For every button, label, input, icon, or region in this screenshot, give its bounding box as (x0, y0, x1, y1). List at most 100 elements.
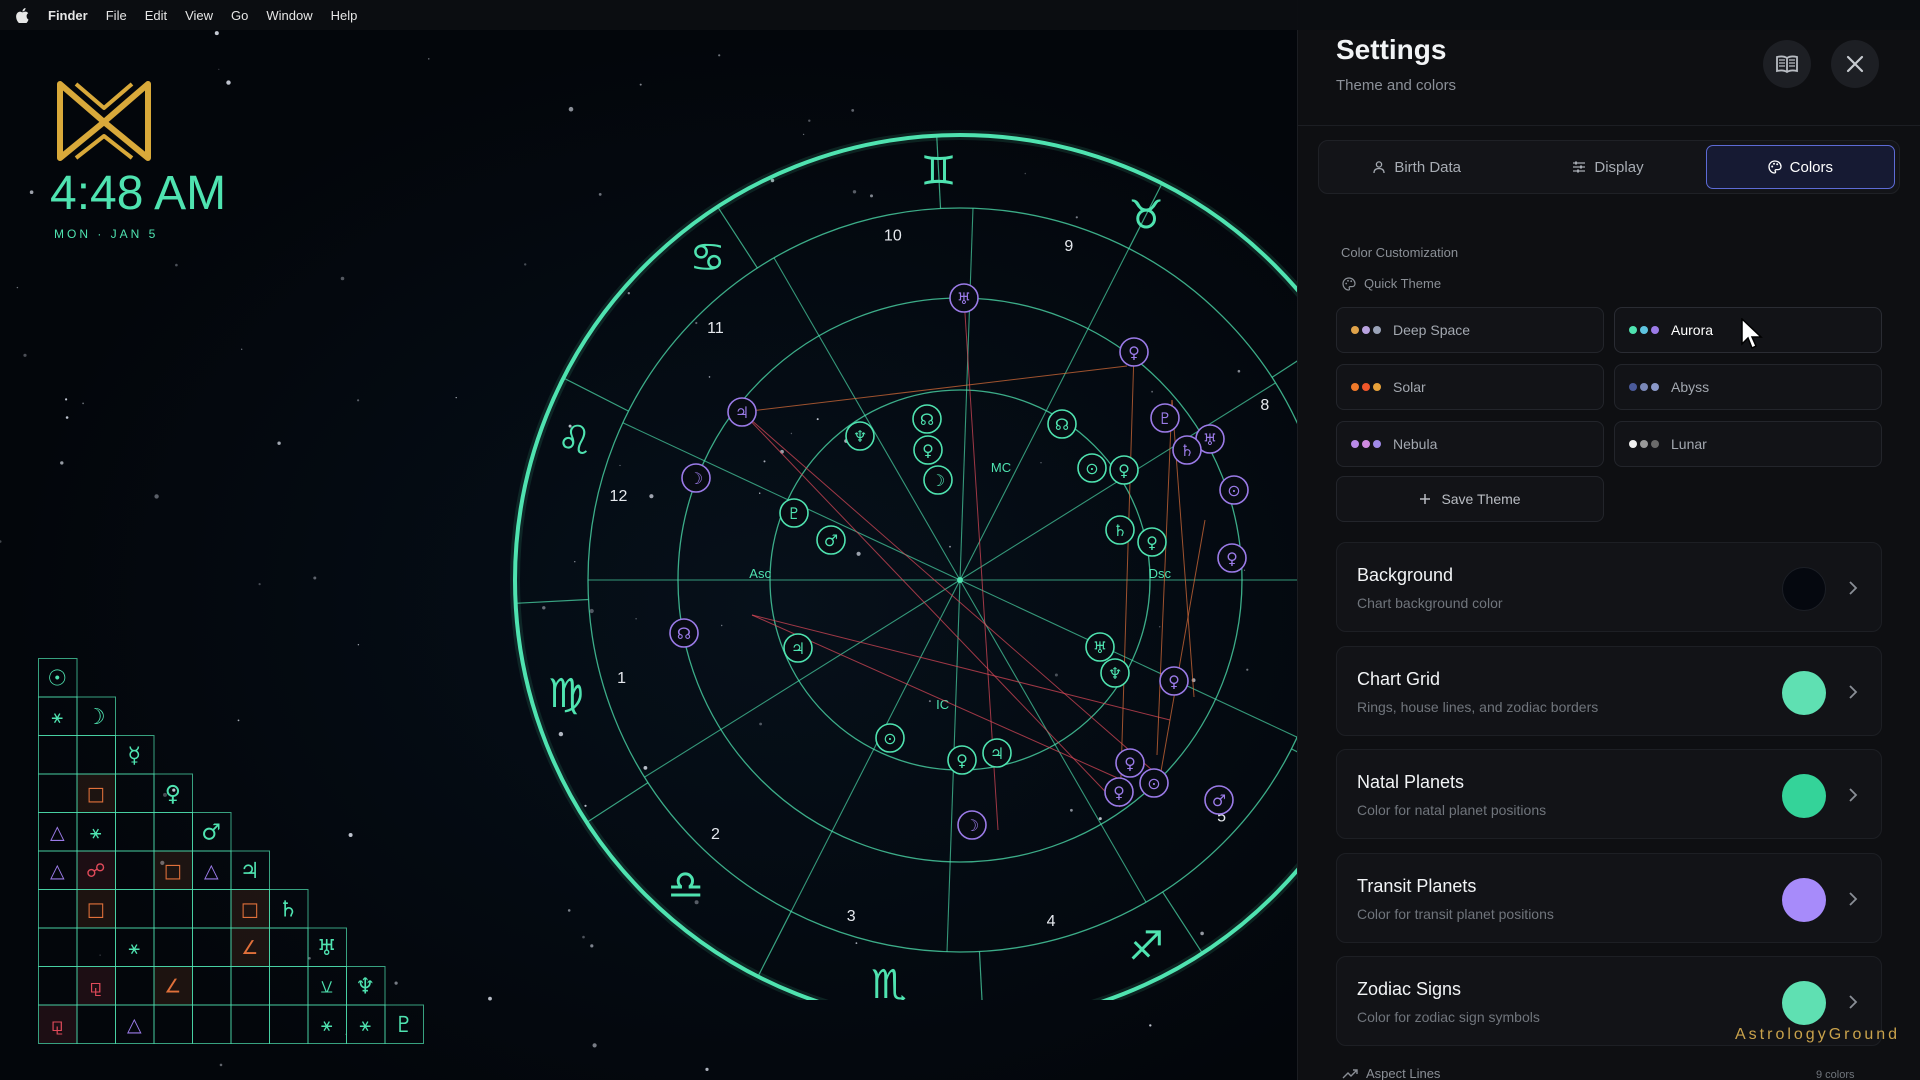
tab-colors[interactable]: Colors (1705, 145, 1895, 189)
angle-label: MC (991, 460, 1011, 475)
aspect-grid: ☉ ⚹ ☽ ☿ □ ♀ △ ⚹ ♂ △ ☍ □ △ ♃ □ □ ♄ ⚹ ∠ ♅ ⚼ ∠ ⚺ ♆ ⚼ △ ⚹ ⚹ ♇ (38, 658, 424, 1044)
aspect-grid-cell (76, 927, 116, 967)
planet-glyph: ♃ (990, 744, 1004, 763)
aspect-grid-cell (153, 1004, 193, 1044)
natal-chart-wheel: ♉♊♋♌♍♎♏♐♑♈12345689101112AscDscMCIC♅♀♇♅♄⊙… (510, 130, 1297, 1000)
planet-glyph: ♅ (1093, 638, 1107, 657)
chevron-right-icon (1849, 684, 1858, 699)
aspect-glyph: □ (241, 898, 259, 920)
aspect-glyph: ⚼ (89, 975, 102, 997)
panel-subtitle: Theme and colors (1336, 77, 1457, 94)
house-number: 8 (1260, 397, 1269, 414)
zodiac-sign-glyph: ♎ (668, 863, 704, 909)
aspect-grid-cell (230, 1004, 270, 1044)
theme-button-solar[interactable]: Solar (1336, 364, 1604, 410)
menu-edit[interactable]: Edit (145, 8, 167, 23)
planet-glyph: ⊙ (1085, 459, 1098, 478)
close-button[interactable] (1831, 40, 1879, 88)
star (0, 540, 2, 543)
zodiac-sign-glyph: ♏ (871, 962, 907, 1000)
menu-app-finder[interactable]: Finder (48, 8, 88, 23)
chevron-right-icon (1849, 581, 1858, 595)
guide-button[interactable] (1763, 40, 1811, 88)
settings-panel: Settings Theme and colors Birth Data Dis… (1297, 0, 1920, 1080)
aspect-grid-cell (115, 966, 155, 1006)
planet-glyph: ☊ (677, 624, 691, 643)
save-theme-button[interactable]: Save Theme (1336, 476, 1604, 522)
theme-button-nebula[interactable]: Nebula (1336, 421, 1604, 467)
color-swatch[interactable] (1782, 567, 1826, 611)
house-number: 1 (617, 670, 626, 687)
house-number: 4 (1047, 913, 1056, 930)
aspect-grid-cell (38, 773, 78, 813)
color-swatch[interactable] (1782, 981, 1826, 1025)
aspect-grid-cell (38, 889, 78, 929)
planet-glyph: ♃ (735, 403, 749, 422)
theme-color-dots (1629, 440, 1659, 448)
aspect-lines-count[interactable]: 9 colors (1816, 1069, 1855, 1080)
tab-label: Display (1594, 158, 1644, 176)
menu-help[interactable]: Help (331, 8, 358, 23)
color-swatch[interactable] (1782, 877, 1826, 922)
zodiac-divider (1271, 360, 1297, 378)
zodiac-sign-glyph: ♌ (557, 418, 593, 464)
color-setting-background[interactable]: Background Chart background color (1336, 542, 1882, 632)
star (65, 398, 68, 401)
zodiac-divider (586, 782, 649, 823)
theme-label: Deep Space (1393, 322, 1471, 338)
house-number: 10 (884, 227, 902, 244)
planet-glyph: ♇ (787, 504, 801, 523)
star (16, 286, 19, 289)
desktop: 4:48 AM MON · JAN 5 ☉ ⚹ ☽ ☿ □ ♀ △ ⚹ ♂ △ ☍ □ △ ♃ □ □ ♄ ⚹ ∠ ♅… (0, 30, 1297, 1080)
menu-view[interactable]: View (185, 8, 213, 23)
menu-window[interactable]: Window (266, 8, 312, 23)
aspect-glyph: △ (204, 860, 219, 882)
aspect-grid-cell (192, 927, 232, 967)
color-setting-chart-grid[interactable]: Chart Grid Rings, house lines, and zodiac… (1336, 645, 1882, 736)
color-swatch[interactable] (1782, 670, 1826, 715)
planet-glyph: ♀ (1146, 533, 1158, 552)
color-setting-transit-planets[interactable]: Transit Planets Color for transit planet … (1336, 852, 1882, 943)
color-setting-natal-planets[interactable]: Natal Planets Color for natal planet posi… (1336, 749, 1882, 839)
theme-label: Aurora (1671, 322, 1714, 338)
theme-color-dots (1351, 383, 1381, 391)
aspect-grid-cell (192, 966, 232, 1006)
angle-label: Asc (749, 566, 771, 581)
aspect-glyph: ⚹ (129, 937, 141, 959)
chart-outer-ring (513, 133, 1297, 1000)
tab-birth-data[interactable]: Birth Data (1323, 145, 1510, 189)
chart-outer-glow (510, 130, 1297, 1000)
zodiac-sign-glyph: ♍ (548, 671, 584, 717)
color-swatch[interactable] (1782, 774, 1826, 818)
theme-button-lunar[interactable]: Lunar (1614, 421, 1882, 467)
house-number: 11 (707, 320, 724, 337)
aspect-glyph: ⚹ (90, 821, 102, 843)
star (258, 583, 261, 586)
aspect-grid-cell (115, 850, 155, 890)
tab-label: Colors (1789, 158, 1833, 176)
aspect-grid-cell (153, 889, 193, 929)
apple-menu-icon[interactable] (16, 7, 30, 23)
tab-display[interactable]: Display (1514, 145, 1701, 189)
aspect-glyph: □ (87, 783, 105, 805)
star (218, 68, 220, 70)
aspect-grid-cell (76, 1004, 116, 1044)
planet-glyph: ♀ (1168, 672, 1180, 691)
theme-button-abyss[interactable]: Abyss (1614, 364, 1882, 410)
planet-glyph: ☊ (1055, 415, 1069, 434)
planet-glyph: ♀ (1226, 549, 1238, 568)
book-icon (1776, 55, 1798, 74)
menu-go[interactable]: Go (231, 8, 248, 23)
aspect-glyph: △ (127, 1014, 142, 1036)
aspect-lines-label: Aspect Lines (1342, 1066, 1440, 1080)
theme-color-dots (1629, 383, 1659, 391)
palette-icon (1342, 276, 1356, 291)
chevron-right-icon (1849, 891, 1858, 906)
aspect-grid-planet-glyph: ☉ (47, 666, 67, 691)
aspect-line (741, 365, 1128, 413)
theme-button-deep-space[interactable]: Deep Space (1336, 307, 1604, 353)
menu-file[interactable]: File (106, 8, 127, 23)
aspect-grid-planet-glyph: ♃ (240, 859, 260, 884)
color-setting-title: Chart Grid (1357, 668, 1441, 689)
star (82, 402, 84, 405)
